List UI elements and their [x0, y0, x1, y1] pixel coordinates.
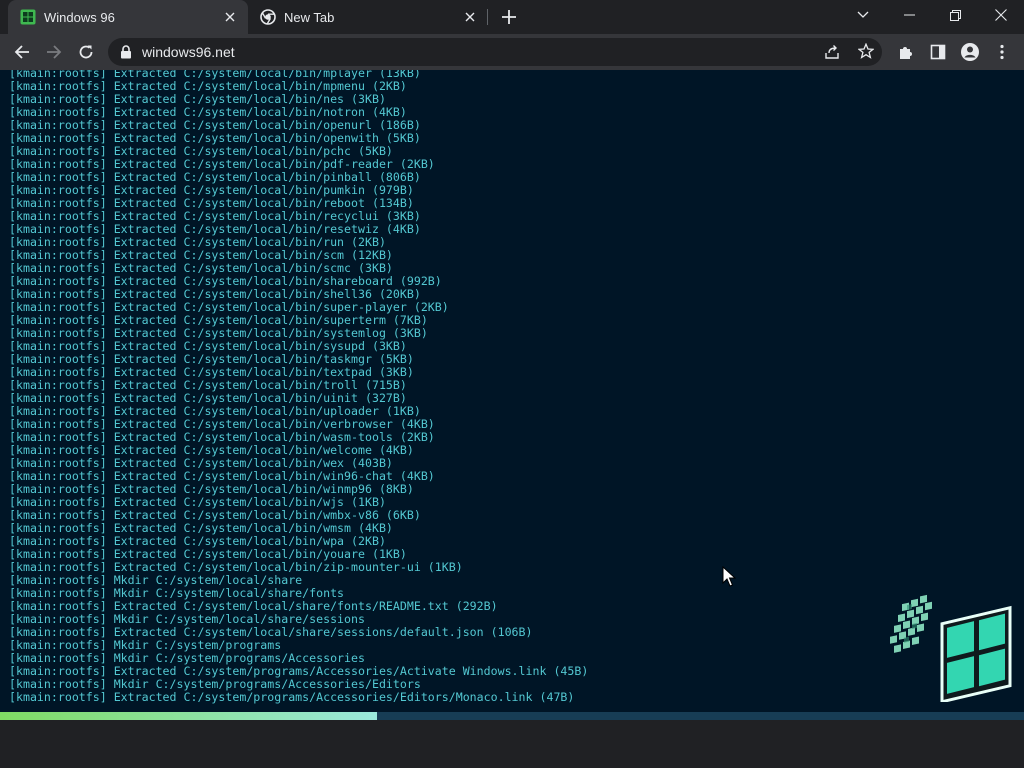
- tab-title: New Tab: [284, 9, 335, 25]
- windows96-favicon: [20, 9, 36, 25]
- reload-button[interactable]: [72, 38, 100, 66]
- boot-log-line: [kmain:rootfs] Extracted C:/system/progr…: [9, 690, 575, 704]
- tab-title: Windows 96: [44, 9, 115, 25]
- boot-progress-bar: [0, 712, 1024, 720]
- tab-windows96[interactable]: Windows 96: [8, 0, 248, 34]
- boot-screen: [kmain:rootfs] Extracted C:/system/local…: [0, 70, 1024, 720]
- chrome-icon: [260, 9, 276, 25]
- new-tab-button[interactable]: [498, 6, 520, 28]
- url-text[interactable]: windows96.net: [142, 44, 235, 60]
- star-icon[interactable]: [857, 42, 875, 64]
- tab-strip: Windows 96 New Tab: [0, 0, 1024, 34]
- side-panel-button[interactable]: [924, 38, 952, 66]
- plus-icon: [502, 10, 516, 24]
- reload-icon: [79, 45, 93, 59]
- minimize-button[interactable]: [886, 0, 932, 30]
- mouse-cursor-icon: [722, 565, 737, 588]
- puzzle-icon: [900, 47, 912, 59]
- minimize-icon: [903, 14, 915, 16]
- browser-toolbar: windows96.net: [0, 34, 1024, 70]
- share-icon[interactable]: [824, 44, 840, 65]
- close-window-button[interactable]: [978, 0, 1024, 30]
- profile-button[interactable]: [956, 38, 984, 66]
- address-bar[interactable]: windows96.net: [108, 38, 882, 66]
- extensions-button[interactable]: [892, 38, 920, 66]
- forward-arrow-icon: [47, 45, 62, 59]
- back-arrow-icon: [14, 45, 29, 59]
- tab-search-button[interactable]: [840, 0, 886, 30]
- profile-icon: [961, 43, 979, 61]
- chevron-down-icon: [857, 11, 869, 18]
- close-icon[interactable]: [222, 9, 238, 25]
- kebab-menu-icon: [1000, 44, 1004, 60]
- restore-button[interactable]: [932, 0, 978, 30]
- tab-divider: [487, 9, 488, 25]
- tab-new-tab[interactable]: New Tab: [248, 0, 488, 34]
- forward-button[interactable]: [40, 38, 68, 66]
- restore-icon: [949, 9, 961, 21]
- side-panel-icon: [930, 44, 946, 60]
- close-icon[interactable]: [462, 9, 478, 25]
- browser-bottom-area: [0, 720, 1024, 768]
- windows96-logo: [884, 590, 1016, 704]
- boot-log: [kmain:rootfs] Extracted C:/system/local…: [9, 70, 1009, 704]
- lock-icon: [121, 45, 131, 59]
- menu-button[interactable]: [988, 38, 1016, 66]
- boot-progress-fill: [0, 712, 377, 720]
- back-button[interactable]: [8, 38, 36, 66]
- close-icon: [995, 9, 1007, 21]
